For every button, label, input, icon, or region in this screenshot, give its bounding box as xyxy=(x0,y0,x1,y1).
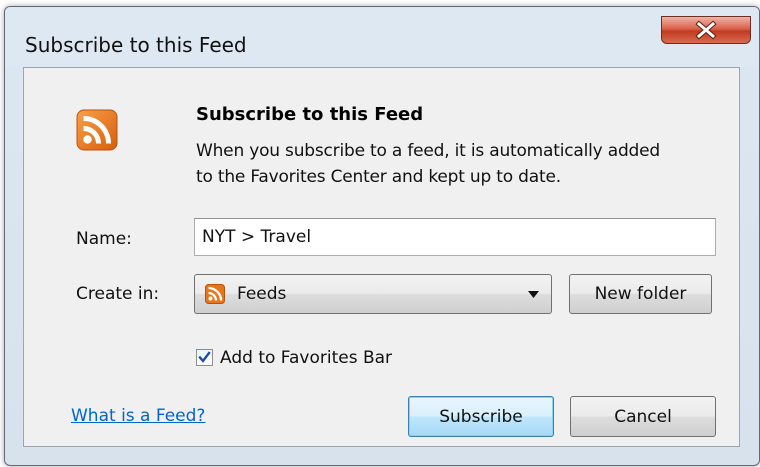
window-title: Subscribe to this Feed xyxy=(25,33,247,57)
subscribe-dialog-window: Subscribe to this Feed Subscribe to this… xyxy=(4,6,760,466)
rss-icon xyxy=(205,284,225,304)
close-icon xyxy=(695,20,717,40)
description-line: to the Favorites Center and kept up to d… xyxy=(196,167,561,187)
subscribe-button[interactable]: Subscribe xyxy=(408,396,554,437)
name-label: Name: xyxy=(76,229,132,249)
checkmark-icon xyxy=(198,351,211,363)
create-in-dropdown[interactable]: Feeds xyxy=(194,274,552,314)
close-button[interactable] xyxy=(661,16,751,44)
title-bar[interactable]: Subscribe to this Feed xyxy=(5,7,759,67)
dialog-content: Subscribe to this Feed When you subscrib… xyxy=(23,67,740,447)
rss-icon xyxy=(76,109,118,151)
cancel-button[interactable]: Cancel xyxy=(570,396,716,437)
add-to-favorites-bar-checkbox[interactable] xyxy=(196,349,213,366)
dialog-heading: Subscribe to this Feed xyxy=(196,104,424,125)
new-folder-button[interactable]: New folder xyxy=(569,274,712,314)
what-is-a-feed-link[interactable]: What is a Feed? xyxy=(71,406,205,426)
create-in-label: Create in: xyxy=(76,284,160,304)
name-input[interactable] xyxy=(194,218,716,256)
create-in-value: Feeds xyxy=(237,284,287,304)
add-to-favorites-bar-label[interactable]: Add to Favorites Bar xyxy=(220,348,392,368)
description-line: When you subscribe to a feed, it is auto… xyxy=(196,141,660,161)
chevron-down-icon xyxy=(528,291,539,298)
